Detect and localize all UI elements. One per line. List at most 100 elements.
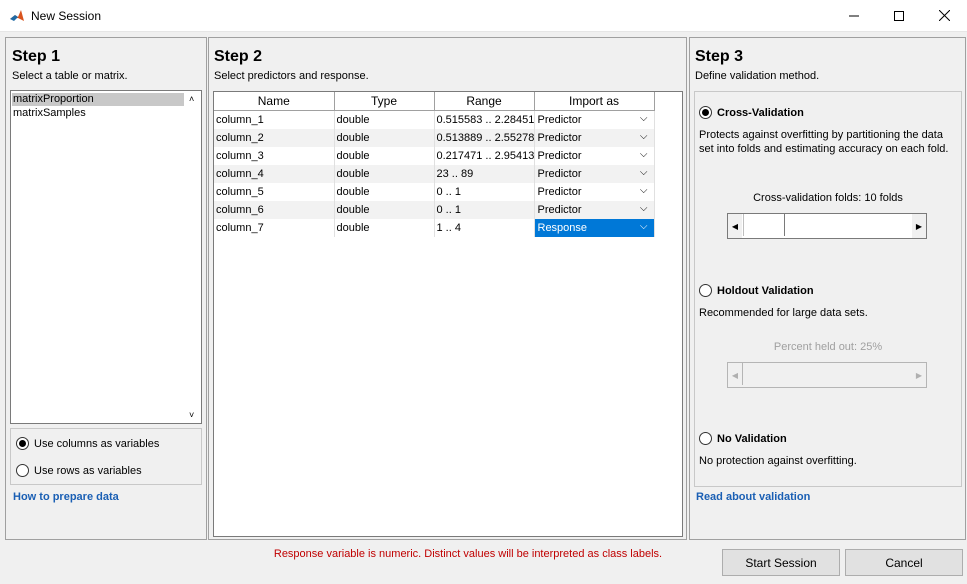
import-as-value: Predictor <box>537 114 582 126</box>
radio-unselected-icon[interactable] <box>699 432 712 445</box>
step2-subtitle: Select predictors and response. <box>214 70 369 82</box>
data-source-list[interactable]: matrixProportion matrixSamples ˄ ˅ <box>10 90 202 424</box>
cell-type: double <box>334 110 435 129</box>
step1-title: Step 1 <box>12 48 61 65</box>
minimize-button[interactable] <box>831 0 877 31</box>
list-item-matrixProportion[interactable]: matrixProportion <box>12 93 184 106</box>
use-rows-option[interactable]: Use rows as variables <box>16 464 142 477</box>
cross-validation-label: Cross-Validation <box>717 106 804 119</box>
close-button[interactable] <box>921 0 967 31</box>
table-row[interactable]: column_7 double 1 .. 4 Response ⌵ <box>214 219 655 237</box>
header-type[interactable]: Type <box>334 92 435 111</box>
chevron-down-icon[interactable]: ⌵ <box>640 131 648 142</box>
cell-name: column_4 <box>214 165 335 183</box>
step1-subtitle: Select a table or matrix. <box>12 70 128 82</box>
cell-range: 0.515583 .. 2.28451 <box>434 110 535 129</box>
step3-subtitle: Define validation method. <box>695 70 820 82</box>
chevron-down-icon[interactable]: ⌵ <box>640 221 648 232</box>
radio-selected-icon[interactable] <box>16 437 29 450</box>
import-as-dropdown[interactable]: Predictor ⌵ <box>534 201 655 219</box>
import-as-value: Predictor <box>537 204 582 216</box>
chevron-down-icon[interactable]: ⌵ <box>640 113 648 124</box>
radio-unselected-icon[interactable] <box>16 464 29 477</box>
import-as-dropdown[interactable]: Predictor ⌵ <box>534 129 655 147</box>
cell-name: column_6 <box>214 201 335 219</box>
cell-range: 0 .. 1 <box>434 183 535 201</box>
step2-title: Step 2 <box>214 48 263 65</box>
cell-name: column_7 <box>214 219 335 237</box>
how-to-prepare-data-link[interactable]: How to prepare data <box>13 491 119 503</box>
step3-title: Step 3 <box>695 48 744 65</box>
header-name[interactable]: Name <box>214 92 335 111</box>
slider-thumb[interactable] <box>743 214 785 236</box>
table-row[interactable]: column_3 double 0.217471 .. 2.95413 Pred… <box>214 147 655 165</box>
chevron-right-icon[interactable]: ▶ <box>912 214 926 238</box>
variables-table: Name Type Range Import as column_1 doubl… <box>214 92 655 237</box>
list-item-matrixSamples[interactable]: matrixSamples <box>12 107 184 120</box>
use-columns-option[interactable]: Use columns as variables <box>16 437 159 450</box>
cell-type: double <box>334 219 435 237</box>
cell-name: column_2 <box>214 129 335 147</box>
chevron-left-icon[interactable]: ◀ <box>728 363 742 387</box>
cell-range: 0 .. 1 <box>434 201 535 219</box>
table-row[interactable]: column_2 double 0.513889 .. 2.55278 Pred… <box>214 129 655 147</box>
table-row[interactable]: column_1 double 0.515583 .. 2.28451 Pred… <box>214 110 655 129</box>
validation-group: Cross-Validation Protects against overfi… <box>694 91 962 487</box>
import-as-value: Predictor <box>537 132 582 144</box>
import-as-dropdown-selected[interactable]: Response ⌵ <box>534 219 655 237</box>
import-as-dropdown[interactable]: Predictor ⌵ <box>534 183 655 201</box>
orientation-group: Use columns as variables Use rows as var… <box>10 428 202 485</box>
chevron-down-icon[interactable]: ⌵ <box>640 149 648 160</box>
radio-selected-icon[interactable] <box>699 106 712 119</box>
chevron-down-icon[interactable]: ˅ <box>189 410 194 420</box>
maximize-button[interactable] <box>876 0 922 31</box>
import-as-value: Predictor <box>537 168 582 180</box>
holdout-description: Recommended for large data sets. <box>699 307 868 319</box>
no-validation-label: No Validation <box>717 432 787 445</box>
matlab-app-icon <box>9 8 25 24</box>
cell-name: column_3 <box>214 147 335 165</box>
list-scrollbar[interactable]: ˄ ˅ <box>186 91 201 423</box>
import-as-dropdown[interactable]: Predictor ⌵ <box>534 147 655 165</box>
chevron-up-icon[interactable]: ˄ <box>189 94 194 104</box>
start-session-button[interactable]: Start Session <box>722 549 840 576</box>
cell-name: column_1 <box>214 110 335 129</box>
cell-type: double <box>334 165 435 183</box>
use-rows-label: Use rows as variables <box>34 464 142 477</box>
chevron-right-icon[interactable]: ▶ <box>912 363 926 387</box>
step2-panel: Step 2 Select predictors and response. N… <box>208 37 687 540</box>
holdout-validation-option[interactable]: Holdout Validation <box>699 284 814 297</box>
slider-thumb[interactable] <box>742 363 743 385</box>
percent-held-out-slider[interactable]: ◀ ▶ <box>727 362 927 388</box>
cell-type: double <box>334 201 435 219</box>
chevron-down-icon[interactable]: ⌵ <box>640 203 648 214</box>
cell-range: 0.513889 .. 2.55278 <box>434 129 535 147</box>
percent-held-out-label: Percent held out: 25% <box>773 341 883 353</box>
cv-folds-slider[interactable]: ◀ ▶ <box>727 213 927 239</box>
cancel-button[interactable]: Cancel <box>845 549 963 576</box>
header-import-as[interactable]: Import as <box>534 92 655 111</box>
cross-validation-option[interactable]: Cross-Validation <box>699 106 804 119</box>
chevron-left-icon[interactable]: ◀ <box>728 214 742 238</box>
cell-range: 1 .. 4 <box>434 219 535 237</box>
cv-folds-label: Cross-validation folds: 10 folds <box>753 192 903 204</box>
cell-range: 23 .. 89 <box>434 165 535 183</box>
chevron-down-icon[interactable]: ⌵ <box>640 185 648 196</box>
import-as-value: Predictor <box>537 186 582 198</box>
holdout-validation-label: Holdout Validation <box>717 284 814 297</box>
import-as-value: Predictor <box>537 150 582 162</box>
no-validation-option[interactable]: No Validation <box>699 432 787 445</box>
import-as-value: Response <box>537 222 588 234</box>
radio-unselected-icon[interactable] <box>699 284 712 297</box>
table-row[interactable]: column_6 double 0 .. 1 Predictor ⌵ <box>214 201 655 219</box>
table-row[interactable]: column_5 double 0 .. 1 Predictor ⌵ <box>214 183 655 201</box>
read-about-validation-link[interactable]: Read about validation <box>696 491 810 503</box>
header-range[interactable]: Range <box>434 92 535 111</box>
chevron-down-icon[interactable]: ⌵ <box>640 167 648 178</box>
cell-type: double <box>334 147 435 165</box>
cell-type: double <box>334 129 435 147</box>
import-as-dropdown[interactable]: Predictor ⌵ <box>534 110 655 129</box>
import-as-dropdown[interactable]: Predictor ⌵ <box>534 165 655 183</box>
step1-panel: Step 1 Select a table or matrix. matrixP… <box>5 37 207 540</box>
table-row[interactable]: column_4 double 23 .. 89 Predictor ⌵ <box>214 165 655 183</box>
